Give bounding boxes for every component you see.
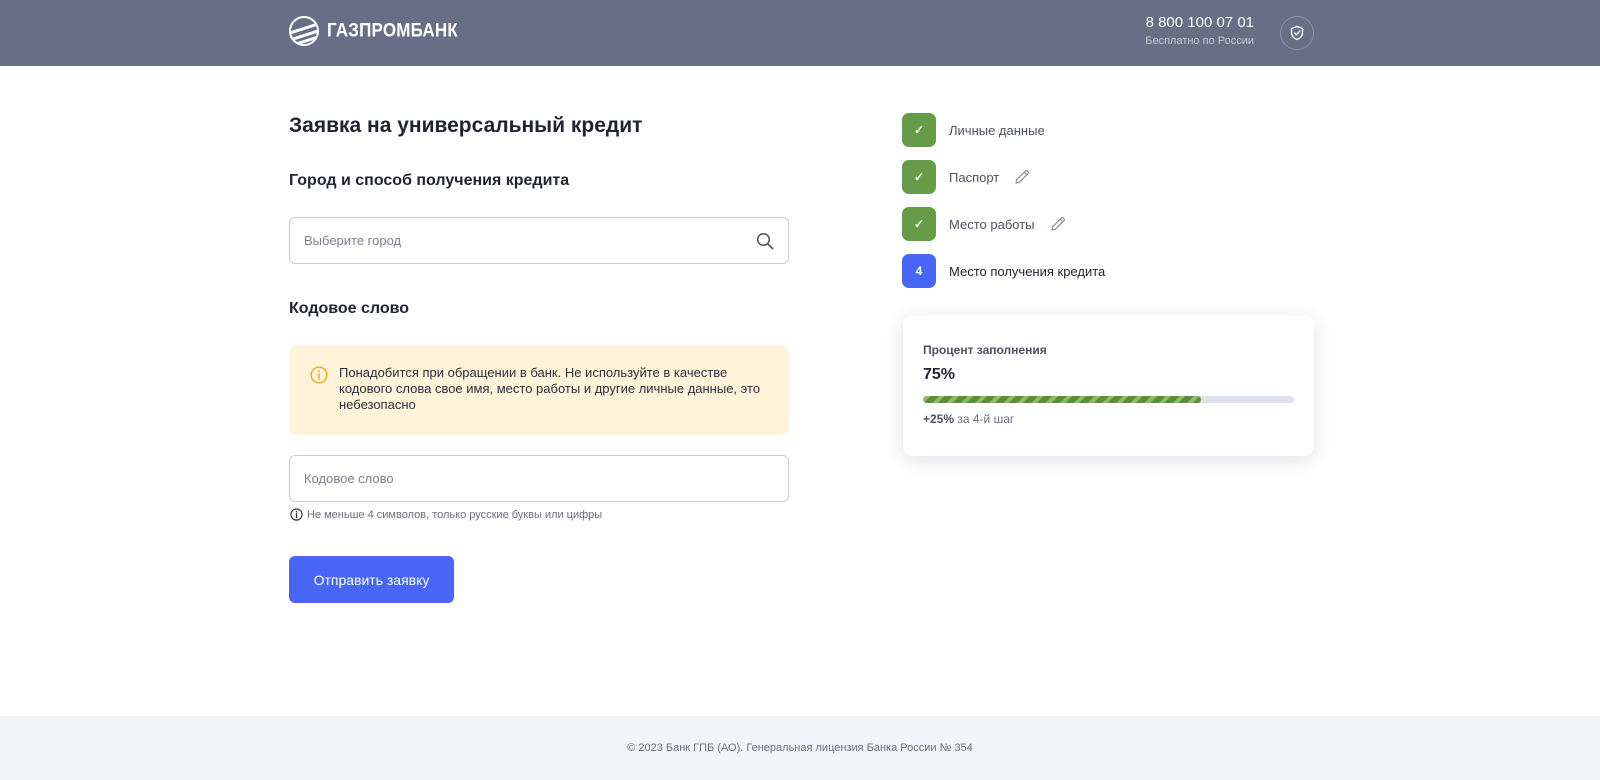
codeword-section-title: Кодовое слово (289, 300, 410, 317)
city-section-title: Город и способ получения кредита (289, 172, 570, 189)
progress-value: 75% (923, 366, 956, 383)
step-credit-location: 4 Место получения кредита (902, 254, 1105, 288)
phone-note: Бесплатно по России (1145, 35, 1254, 47)
logo-text: ГАЗПРОМБАНК (327, 19, 458, 42)
progress-increment: +25% (923, 412, 955, 426)
step-label: Личные данные (949, 122, 1045, 138)
progress-bar (923, 396, 1294, 403)
pencil-icon[interactable] (1049, 215, 1067, 233)
step-label: Паспорт (949, 169, 1000, 185)
step-number: 4 (902, 254, 936, 288)
step-personal-data: ✓ Личные данные (902, 113, 1045, 147)
step-passport: ✓ Паспорт (902, 160, 1031, 194)
step-check-icon: ✓ (902, 207, 936, 241)
step-workplace: ✓ Место работы (902, 207, 1067, 241)
step-check-icon: ✓ (902, 113, 936, 147)
phone-block: 8 800 100 07 01 Бесплатно по России (1145, 14, 1254, 47)
progress-title: Процент заполнения (923, 343, 1047, 357)
step-label: Место получения кредита (949, 263, 1106, 279)
pencil-icon[interactable] (1013, 168, 1031, 186)
search-icon[interactable] (756, 232, 774, 250)
info-icon (290, 508, 303, 521)
site-footer: © 2023 Банк ГПБ (АО). Генеральная лиценз… (0, 716, 1600, 780)
codeword-warning: Понадобится при обращении в банк. Не исп… (289, 345, 789, 435)
security-button[interactable] (1280, 16, 1314, 50)
phone-number[interactable]: 8 800 100 07 01 (1145, 14, 1254, 31)
city-input[interactable] (304, 233, 774, 248)
gazprombank-logo-icon (289, 16, 319, 46)
site-header: ГАЗПРОМБАНК 8 800 100 07 01 Бесплатно по… (0, 0, 1600, 66)
progress-note: +25% за 4-й шаг (923, 412, 1294, 426)
codeword-field[interactable] (289, 455, 789, 502)
shield-check-icon (1290, 25, 1304, 41)
step-label: Место работы (949, 216, 1035, 232)
step-check-icon: ✓ (902, 160, 936, 194)
progress-card: Процент заполнения 75% +25% за 4-й шаг (903, 315, 1314, 456)
submit-application-button[interactable]: Отправить заявку (289, 556, 454, 603)
logo[interactable]: ГАЗПРОМБАНК (289, 16, 458, 46)
codeword-hint: Не меньше 4 символов, только русские бук… (290, 508, 602, 521)
city-field[interactable] (289, 217, 789, 264)
info-icon (310, 366, 328, 384)
page-title: Заявка на универсальный кредит (289, 114, 643, 137)
footer-copyright: © 2023 Банк ГПБ (АО). Генеральная лиценз… (627, 742, 973, 754)
codeword-hint-text: Не меньше 4 символов, только русские бук… (307, 508, 603, 521)
progress-bar-fill (923, 396, 1202, 403)
codeword-warning-text: Понадобится при обращении в банк. Не исп… (339, 365, 761, 412)
codeword-input[interactable] (304, 471, 774, 486)
progress-increment-note: за 4-й шаг (957, 412, 1015, 426)
